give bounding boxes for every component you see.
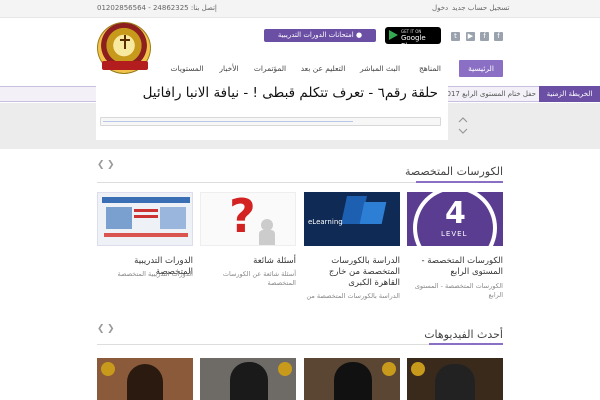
cross-icon [120,35,130,49]
popup-progress-bar [103,121,353,122]
chevron-left-icon[interactable]: ❮ [97,324,105,334]
chevron-left-icon[interactable]: ❮ [97,160,105,170]
exams-button[interactable]: امتحانات الدورات التدريبية ● [264,29,376,42]
course-card-subtitle: الدراسة بالكورسات المتخصصة من [306,292,400,300]
youtube-icon[interactable]: ▶ [466,32,475,41]
chevron-down-icon[interactable] [458,127,468,135]
course-card-title[interactable]: أسئلة شائعة [200,256,296,267]
course-card-title[interactable]: الدراسة بالكورسات المتخصصة من خارج القاه… [304,256,400,289]
courses-accent [416,181,503,183]
popup-progress[interactable] [100,117,441,126]
facebook-icon[interactable]: f [480,32,489,41]
exams-button-label: امتحانات الدورات التدريبية [277,31,354,39]
video-thumbnail[interactable] [304,358,400,400]
channel-logo [101,362,115,376]
thumb-figure [230,362,268,400]
poster-footer [104,233,188,237]
nav-news[interactable]: الأخبار [212,60,246,77]
question-icon: ? [229,192,256,243]
channel-logo [411,362,425,376]
thumb-figure [334,362,372,400]
contact-phone: 01202856564 - 24862325 :إتصل بنا [97,4,217,12]
nav-home[interactable]: الرئيسية [459,60,503,77]
chevron-right-icon[interactable]: ❯ [107,160,115,170]
popup-title: حلقة رقم٦ - تعرف تتكلم قبطى ! - نيافة ال… [142,85,438,101]
poster-line [134,209,158,212]
course-card-image[interactable]: eLearning [304,192,400,246]
channel-logo [382,362,396,376]
chevron-right-icon[interactable]: ❯ [107,324,115,334]
level-caption: LEVEL [441,230,468,238]
facebook-icon-2[interactable]: f [494,32,503,41]
register-link[interactable]: تسجيل حساب جديد [452,4,510,12]
course-card-image[interactable] [97,192,193,246]
poster-photo [106,207,132,229]
top-bar: 01202856564 - 24862325 :إتصل بنا دخول تس… [0,0,600,18]
poster-photo [160,207,186,229]
site-logo[interactable] [97,22,151,74]
nav-curricula[interactable]: المناهج [408,60,452,77]
card-badge-text: eLearning [308,218,343,226]
card-shape [359,202,387,224]
video-thumbnail[interactable] [97,358,193,400]
poster-header [102,197,190,203]
course-card-title[interactable]: الكورسات المتخصصة - المستوى الرابع [407,256,503,278]
logo-ribbon [102,61,148,70]
nav-levels[interactable]: المستويات [166,60,208,77]
courses-heading: الكورسات المتخصصة [404,165,503,178]
course-card-image[interactable]: 4 LEVEL [407,192,503,246]
videos-heading: أحدث الفيديوهات [424,328,503,341]
user-icon: ● [355,31,363,39]
level-number: 4 [445,196,466,231]
nav-live[interactable]: البث المباشر [355,60,405,77]
videos-accent [429,343,503,345]
ticker-label[interactable]: الخريطة الزمنية [539,86,600,102]
course-card-subtitle: أسئلة شائعة عن الكورسات المتخصصة [222,270,296,287]
google-play-big-text: Google Play [401,34,426,50]
thumb-figure [127,364,163,400]
course-card-subtitle: الكورسات المتخصصة - المستوى الرابع [414,282,503,299]
video-thumbnail[interactable] [200,358,296,400]
course-card-image[interactable]: ? [200,192,296,246]
poster-line [134,215,158,218]
video-thumbnail[interactable] [407,358,503,400]
nav-distance-learning[interactable]: التعليم عن بعد [293,60,353,77]
chevron-up-icon[interactable] [458,116,468,124]
google-play-icon [389,30,398,40]
channel-logo [278,362,292,376]
thumb-figure [435,364,475,400]
login-link[interactable]: دخول [432,4,448,12]
google-play-badge[interactable]: GET IT ON Google Play [385,27,441,50]
figure-body [259,230,275,245]
twitter-icon[interactable]: t [451,32,460,41]
nav-conferences[interactable]: المؤتمرات [250,60,290,77]
course-card-subtitle: الدورات التدريبية المتخصصة [117,270,193,278]
